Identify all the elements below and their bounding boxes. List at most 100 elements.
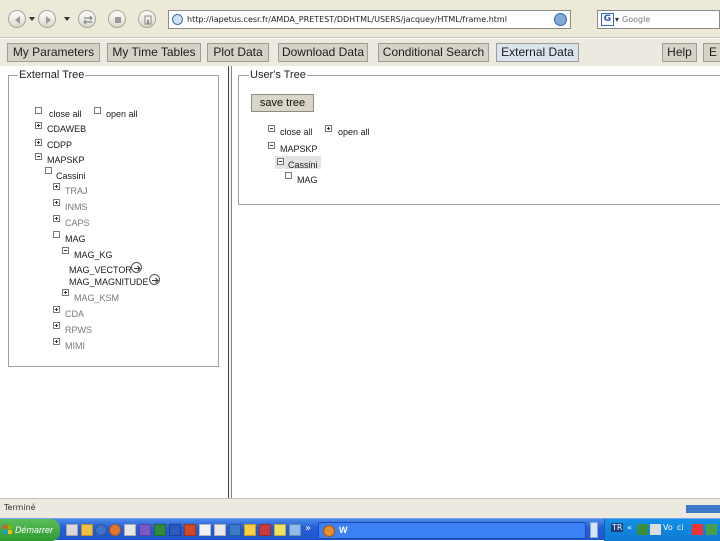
collapse-icon[interactable] bbox=[268, 142, 275, 149]
app-tab-bar: My Parameters My Time Tables Plot Data D… bbox=[0, 39, 720, 66]
quicklaunch-folder-icon[interactable] bbox=[81, 524, 93, 536]
collapse-icon[interactable] bbox=[45, 167, 52, 174]
quicklaunch-notepad-icon[interactable] bbox=[199, 524, 211, 536]
quicklaunch-app-icon[interactable] bbox=[289, 524, 301, 536]
tree-node-inms[interactable]: INMS bbox=[65, 202, 88, 212]
tray-text[interactable]: Vo bbox=[663, 523, 673, 532]
quicklaunch-word-icon[interactable] bbox=[169, 524, 181, 536]
expand-icon[interactable] bbox=[53, 338, 60, 345]
search-input[interactable]: G ▾ Google bbox=[597, 10, 720, 29]
forward-button[interactable] bbox=[38, 10, 56, 28]
tray-text[interactable]: ci bbox=[677, 523, 684, 532]
tree-leaf-mag-magnitude[interactable]: MAG_MAGNITUDE bbox=[69, 277, 149, 287]
scroll-arrows-icon[interactable] bbox=[590, 522, 598, 538]
tab-my-parameters[interactable]: My Parameters bbox=[7, 43, 100, 62]
collapse-icon[interactable] bbox=[53, 231, 60, 238]
tab-overflow[interactable]: E bbox=[703, 43, 720, 62]
expand-icon[interactable] bbox=[53, 306, 60, 313]
quicklaunch-app-icon[interactable] bbox=[244, 524, 256, 536]
address-bar[interactable]: http://iapetus.cesr.fr/AMDA_PRETEST/DDHT… bbox=[168, 10, 571, 29]
collapse-icon[interactable] bbox=[277, 158, 284, 165]
tray-icon[interactable] bbox=[692, 524, 703, 535]
frame-splitter[interactable] bbox=[228, 66, 232, 498]
tray-icon[interactable] bbox=[706, 524, 717, 535]
quicklaunch-overflow-icon[interactable]: » bbox=[305, 523, 311, 534]
tab-help[interactable]: Help bbox=[662, 43, 697, 62]
collapse-icon[interactable] bbox=[35, 153, 42, 160]
tree-node-cdaweb[interactable]: CDAWEB bbox=[47, 124, 86, 134]
tree-node-mag[interactable]: MAG bbox=[297, 175, 318, 185]
tree-node-mag-ksm[interactable]: MAG_KSM bbox=[74, 293, 119, 303]
arrow-icon[interactable] bbox=[149, 274, 160, 285]
expand-icon[interactable] bbox=[62, 289, 69, 296]
quicklaunch-app-icon[interactable] bbox=[259, 524, 271, 536]
collapse-icon[interactable] bbox=[62, 247, 69, 254]
save-tree-button[interactable]: save tree bbox=[251, 94, 314, 112]
tab-plot-data[interactable]: Plot Data bbox=[207, 43, 269, 62]
taskbar: Démarrer » W TR « Vo ci bbox=[0, 518, 720, 541]
tree-node-mag-krtp[interactable]: MAG_KG bbox=[74, 250, 113, 260]
expand-icon[interactable] bbox=[53, 183, 60, 190]
tree-leaf-mag-vector[interactable]: MAG_VECTOR bbox=[69, 265, 132, 275]
start-button[interactable]: Démarrer bbox=[0, 519, 60, 541]
tree-node-cassini[interactable]: Cassini bbox=[288, 160, 318, 170]
tree-node-mapskp[interactable]: MAPSKP bbox=[280, 144, 318, 154]
home-button[interactable] bbox=[138, 10, 156, 28]
tray-icon[interactable] bbox=[637, 524, 648, 535]
quicklaunch-paint-icon[interactable] bbox=[214, 524, 226, 536]
tree-node-cdpp[interactable]: CDPP bbox=[47, 140, 72, 150]
expand-icon[interactable] bbox=[35, 122, 42, 129]
search-dropdown-icon[interactable]: ▾ bbox=[615, 11, 619, 28]
collapse-icon[interactable] bbox=[268, 125, 275, 132]
language-indicator[interactable]: TR bbox=[611, 523, 624, 532]
arrow-icon[interactable] bbox=[131, 262, 142, 273]
go-icon[interactable] bbox=[554, 13, 567, 26]
stop-button[interactable] bbox=[108, 10, 126, 28]
expand-icon[interactable] bbox=[35, 139, 42, 146]
open-all-icon[interactable] bbox=[94, 107, 101, 114]
reload-icon bbox=[83, 15, 93, 25]
expand-icon[interactable] bbox=[325, 125, 332, 132]
tray-icon[interactable] bbox=[650, 524, 661, 535]
search-placeholder: Google bbox=[622, 15, 651, 24]
back-button[interactable] bbox=[8, 10, 26, 28]
tab-external-data[interactable]: External Data bbox=[496, 43, 579, 62]
tab-conditional-search[interactable]: Conditional Search bbox=[378, 43, 489, 62]
close-all-link[interactable]: close all bbox=[280, 127, 313, 137]
open-all-link[interactable]: open all bbox=[338, 127, 370, 137]
stop-icon bbox=[115, 17, 121, 23]
tab-download-data[interactable]: Download Data bbox=[278, 43, 368, 62]
expand-icon[interactable] bbox=[53, 322, 60, 329]
quicklaunch-app-icon[interactable] bbox=[229, 524, 241, 536]
open-all-link[interactable]: open all bbox=[106, 109, 138, 119]
tree-node-caps[interactable]: CAPS bbox=[65, 218, 90, 228]
reload-button[interactable] bbox=[78, 10, 96, 28]
tab-my-time-tables[interactable]: My Time Tables bbox=[107, 43, 201, 62]
quicklaunch-mail-icon[interactable] bbox=[124, 524, 136, 536]
forward-dropdown-icon[interactable] bbox=[64, 14, 70, 23]
expand-icon[interactable] bbox=[53, 215, 60, 222]
quicklaunch-onenote-icon[interactable] bbox=[139, 524, 151, 536]
firefox-icon bbox=[323, 525, 335, 537]
collapse-icon[interactable] bbox=[285, 172, 292, 179]
tree-node-mimi[interactable]: MIMI bbox=[65, 341, 85, 351]
quicklaunch-firefox-icon[interactable] bbox=[109, 524, 121, 536]
close-all-icon[interactable] bbox=[35, 107, 42, 114]
tree-node-cassini[interactable]: Cassini bbox=[56, 171, 86, 181]
tree-node-mapskp[interactable]: MAPSKP bbox=[47, 155, 85, 165]
taskbar-window-button[interactable]: W bbox=[318, 522, 586, 539]
expand-icon[interactable] bbox=[53, 199, 60, 206]
tray-collapse-icon[interactable]: « bbox=[627, 523, 632, 532]
external-tree-panel: External Tree close all open all CDAWEB … bbox=[8, 69, 219, 367]
tree-node-traj[interactable]: TRAJ bbox=[65, 186, 88, 196]
tree-node-cda[interactable]: CDA bbox=[65, 309, 84, 319]
tree-node-mag[interactable]: MAG bbox=[65, 234, 86, 244]
back-dropdown-icon[interactable] bbox=[29, 14, 35, 23]
close-all-link[interactable]: close all bbox=[49, 109, 82, 119]
quicklaunch-powerpoint-icon[interactable] bbox=[184, 524, 196, 536]
quicklaunch-desktop-icon[interactable] bbox=[66, 524, 78, 536]
quicklaunch-app-icon[interactable] bbox=[274, 524, 286, 536]
tree-node-rpws[interactable]: RPWS bbox=[65, 325, 92, 335]
quicklaunch-ie-icon[interactable] bbox=[95, 524, 107, 536]
quicklaunch-excel-icon[interactable] bbox=[154, 524, 166, 536]
